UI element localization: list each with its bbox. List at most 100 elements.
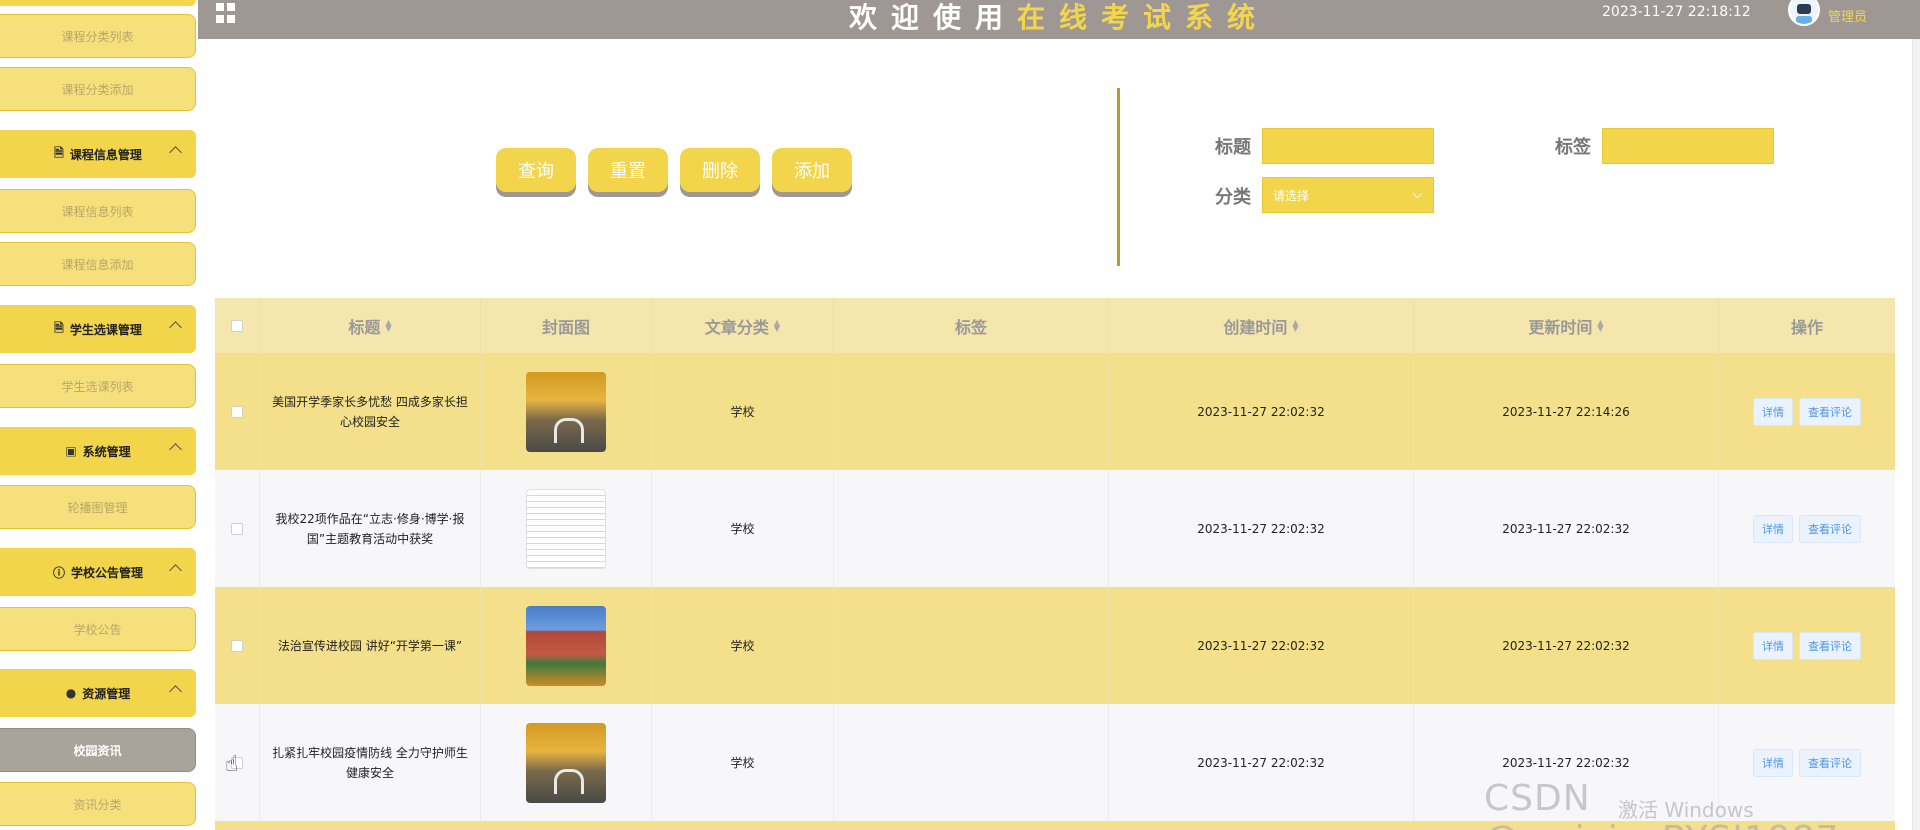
- col-category-label: 文章分类: [704, 317, 769, 337]
- tag-filter-input[interactable]: [1602, 128, 1774, 164]
- col-updated[interactable]: 更新时间 ▲ ▼: [1414, 298, 1719, 353]
- select-all-checkbox[interactable]: [231, 319, 243, 332]
- sidebar-top-stub: [0, 0, 196, 6]
- title-cell: 法治宣传进校园 讲好“开学第一课”: [260, 587, 481, 704]
- title-filter-input[interactable]: [1262, 128, 1434, 164]
- sort-icon: ▲ ▼: [773, 317, 781, 333]
- sidebar-group-resource[interactable]: ● 资源管理: [0, 669, 196, 717]
- row-select-cell: [215, 353, 260, 470]
- reset-button[interactable]: 重置: [588, 148, 668, 192]
- sidebar-item-label: 课程信息列表: [61, 204, 134, 219]
- col-cover: 封面图: [481, 298, 652, 353]
- cover-image[interactable]: [526, 371, 606, 452]
- cover-image[interactable]: [526, 605, 606, 686]
- sidebar-item-label: 校园资讯: [73, 743, 122, 758]
- cover-image[interactable]: [526, 488, 606, 569]
- chevron-up-icon: [169, 146, 182, 159]
- row-select-cell: [215, 587, 260, 704]
- user-role-label[interactable]: 管理员: [1828, 6, 1867, 25]
- delete-button[interactable]: 删除: [680, 148, 760, 192]
- row-title: 美国开学季家长多忧愁 四成多家长担心校园安全: [272, 394, 468, 429]
- created-cell: 2023-11-27 22:02:32: [1109, 353, 1414, 470]
- sidebar-item-course-info-list[interactable]: 课程信息列表: [0, 189, 196, 233]
- view-comments-button[interactable]: 查看评论: [1799, 397, 1861, 426]
- sidebar-group-label: 课程信息管理: [69, 147, 142, 162]
- tag-cell: [834, 704, 1109, 821]
- sort-icon: ▲ ▼: [1597, 317, 1604, 333]
- category-cell: 学校: [652, 470, 834, 587]
- col-title-label: 标题: [348, 317, 381, 337]
- info-icon: ⓘ: [52, 565, 65, 580]
- chevron-down-icon: [1412, 188, 1423, 199]
- view-comments-button[interactable]: 查看评论: [1799, 748, 1861, 777]
- current-datetime: 2023-11-27 22:18:12: [1602, 4, 1751, 20]
- cover-cell: [481, 353, 652, 470]
- sidebar-group-course-info[interactable]: 🗎 课程信息管理: [0, 130, 196, 178]
- col-tag: 标签: [834, 298, 1109, 353]
- col-created-label: 创建时间: [1223, 317, 1288, 337]
- col-updated-label: 更新时间: [1528, 317, 1593, 337]
- cover-image[interactable]: [526, 722, 606, 803]
- sidebar-item-course-category-list[interactable]: 课程分类列表: [0, 14, 196, 58]
- category-cell: 学校: [652, 587, 834, 704]
- table-row: 我校22项作品在“立志·修身·博学·报国”主题教育活动中获奖 学校 2023-1…: [215, 470, 1895, 587]
- chevron-up-icon: [169, 685, 182, 698]
- table-row: 美国开学季家长多忧愁 四成多家长担心校园安全 学校 2023-11-27 22:…: [215, 353, 1895, 470]
- sidebar-item-student-course-list[interactable]: 学生选课列表: [0, 364, 196, 408]
- tag-cell: [834, 587, 1109, 704]
- sidebar-item-label: 学生选课列表: [61, 379, 134, 394]
- col-actions-label: 操作: [1790, 317, 1823, 337]
- sort-icon: ▲ ▼: [1292, 317, 1299, 333]
- updated-cell: 2023-11-27 22:14:26: [1414, 353, 1719, 470]
- sidebar-group-label: 资源管理: [82, 686, 131, 701]
- row-title: 我校22项作品在“立志·修身·博学·报国”主题教育活动中获奖: [275, 511, 465, 546]
- sidebar-item-course-category-add[interactable]: 课程分类添加: [0, 67, 196, 111]
- updated-cell: 2023-11-27 22:02:32: [1414, 470, 1719, 587]
- table-header: 标题 ▲ ▼ 封面图 文章分类 ▲ ▼ 标签 创建时间 ▲ ▼ 更新时间 ▲ ▼ 操作: [215, 298, 1895, 353]
- vertical-scrollbar[interactable]: [1912, 39, 1920, 830]
- col-category[interactable]: 文章分类 ▲ ▼: [652, 298, 834, 353]
- hand-cursor-icon: ☝: [225, 752, 239, 777]
- title-cell: 我校22项作品在“立志·修身·博学·报国”主题教育活动中获奖: [260, 470, 481, 587]
- sidebar-item-news-category[interactable]: 资讯分类: [0, 782, 196, 826]
- tag-filter-label: 标签: [1555, 137, 1591, 158]
- row-checkbox[interactable]: [231, 405, 243, 418]
- add-button[interactable]: 添加: [772, 148, 852, 192]
- chevron-up-icon: [169, 564, 182, 577]
- category-cell: 学校: [652, 704, 834, 821]
- sidebar-item-course-info-add[interactable]: 课程信息添加: [0, 242, 196, 286]
- row-checkbox[interactable]: [231, 522, 243, 535]
- created-cell: 2023-11-27 22:02:32: [1109, 587, 1414, 704]
- detail-button[interactable]: 详情: [1753, 748, 1793, 777]
- category-select-placeholder: 请选择: [1273, 188, 1310, 203]
- sidebar-item-school-notice[interactable]: 学校公告: [0, 607, 196, 651]
- detail-button[interactable]: 详情: [1753, 514, 1793, 543]
- col-actions: 操作: [1719, 298, 1895, 353]
- view-comments-button[interactable]: 查看评论: [1799, 631, 1861, 660]
- col-created[interactable]: 创建时间 ▲ ▼: [1109, 298, 1414, 353]
- detail-button[interactable]: 详情: [1753, 631, 1793, 660]
- sidebar-item-label: 资讯分类: [73, 797, 122, 812]
- title-cell: 美国开学季家长多忧愁 四成多家长担心校园安全: [260, 353, 481, 470]
- detail-button[interactable]: 详情: [1753, 397, 1793, 426]
- sidebar-group-notice[interactable]: ⓘ 学校公告管理: [0, 548, 196, 596]
- created-cell: 2023-11-27 22:02:32: [1109, 704, 1414, 821]
- sidebar-item-label: 课程分类列表: [61, 29, 134, 44]
- created-cell: 2023-11-27 22:02:32: [1109, 470, 1414, 587]
- query-button[interactable]: 查询: [496, 148, 576, 192]
- sidebar-item-carousel[interactable]: 轮播图管理: [0, 485, 196, 529]
- sidebar-item-campus-news[interactable]: 校园资讯: [0, 728, 196, 772]
- sidebar-group-label: 系统管理: [82, 444, 131, 459]
- category-filter-select[interactable]: 请选择: [1262, 177, 1434, 213]
- sidebar-group-system[interactable]: ▣ 系统管理: [0, 427, 196, 475]
- tag-cell: [834, 353, 1109, 470]
- chevron-up-icon: [169, 321, 182, 334]
- sidebar-group-student-course[interactable]: 🗎 学生选课管理: [0, 305, 196, 353]
- sidebar-group-label: 学生选课管理: [69, 322, 142, 337]
- col-title[interactable]: 标题 ▲ ▼: [260, 298, 481, 353]
- row-checkbox[interactable]: [231, 639, 243, 652]
- cover-cell: [481, 587, 652, 704]
- view-comments-button[interactable]: 查看评论: [1799, 514, 1861, 543]
- row-title: 扎紧扎牢校园疫情防线 全力守护师生健康安全: [272, 745, 468, 780]
- sidebar-item-label: 课程分类添加: [61, 82, 134, 97]
